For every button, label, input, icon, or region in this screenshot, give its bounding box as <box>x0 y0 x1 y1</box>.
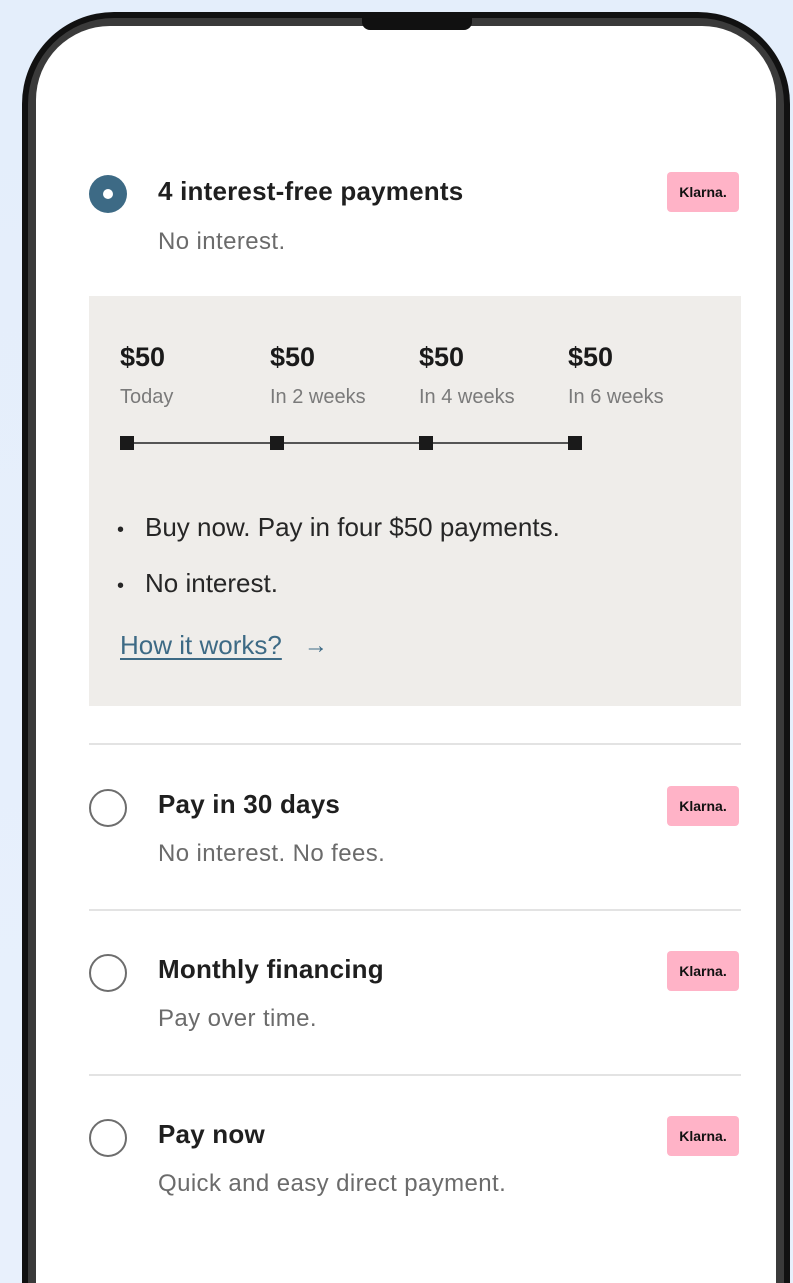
timeline-dot-1 <box>120 436 134 450</box>
klarna-badge: Klarna. <box>667 1116 739 1156</box>
option-subtitle: No interest. <box>158 228 286 255</box>
installment-amount-3: $50 <box>419 342 465 372</box>
timeline-dot-4 <box>568 436 582 450</box>
bullet-text: No interest. <box>145 568 278 598</box>
option-title: 4 interest-free payments <box>158 176 464 206</box>
klarna-badge: Klarna. <box>667 951 739 991</box>
how-it-works-label[interactable]: How it works? <box>120 630 282 661</box>
divider <box>89 1074 741 1076</box>
timeline-dot-2 <box>270 436 284 450</box>
divider <box>89 909 741 911</box>
bullet-item-1: • Buy now. Pay in four $50 payments. <box>117 512 560 543</box>
timeline-dot-3 <box>419 436 433 450</box>
installment-date-1: Today <box>120 386 174 408</box>
klarna-badge: Klarna. <box>667 172 739 212</box>
option-subtitle: Pay over time. <box>158 1005 317 1032</box>
bullet-text: Buy now. Pay in four $50 payments. <box>145 512 560 542</box>
phone-screen: 4 interest-free payments No interest. Kl… <box>36 26 776 1283</box>
phone-frame: 4 interest-free payments No interest. Kl… <box>22 12 790 1283</box>
installment-amount-4: $50 <box>568 342 614 372</box>
installment-date-2: In 2 weeks <box>270 386 366 408</box>
installment-amount-2: $50 <box>270 342 316 372</box>
bullet-item-2: • No interest. <box>117 568 278 599</box>
radio-selected-icon[interactable] <box>89 175 127 213</box>
option-subtitle: No interest. No fees. <box>158 840 386 867</box>
option-title: Monthly financing <box>158 954 384 984</box>
option-subtitle: Quick and easy direct payment. <box>158 1170 507 1197</box>
radio-unselected-icon[interactable] <box>89 1119 127 1157</box>
installment-amount-1: $50 <box>120 342 166 372</box>
bullet-icon: • <box>117 575 125 597</box>
option-title: Pay in 30 days <box>158 789 341 819</box>
radio-unselected-icon[interactable] <box>89 789 127 827</box>
installment-panel: $50 Today $50 In 2 weeks $50 In 4 weeks … <box>89 296 741 706</box>
phone-speaker <box>362 16 472 30</box>
how-it-works-link[interactable]: How it works? → <box>120 630 328 661</box>
option-title: Pay now <box>158 1119 265 1149</box>
arrow-right-icon: → <box>303 631 328 659</box>
klarna-badge: Klarna. <box>667 786 739 826</box>
bullet-icon: • <box>117 519 125 541</box>
installment-date-4: In 6 weeks <box>568 386 664 408</box>
installment-date-3: In 4 weeks <box>419 386 515 408</box>
radio-unselected-icon[interactable] <box>89 954 127 992</box>
divider <box>89 743 741 745</box>
timeline-line <box>127 442 577 444</box>
